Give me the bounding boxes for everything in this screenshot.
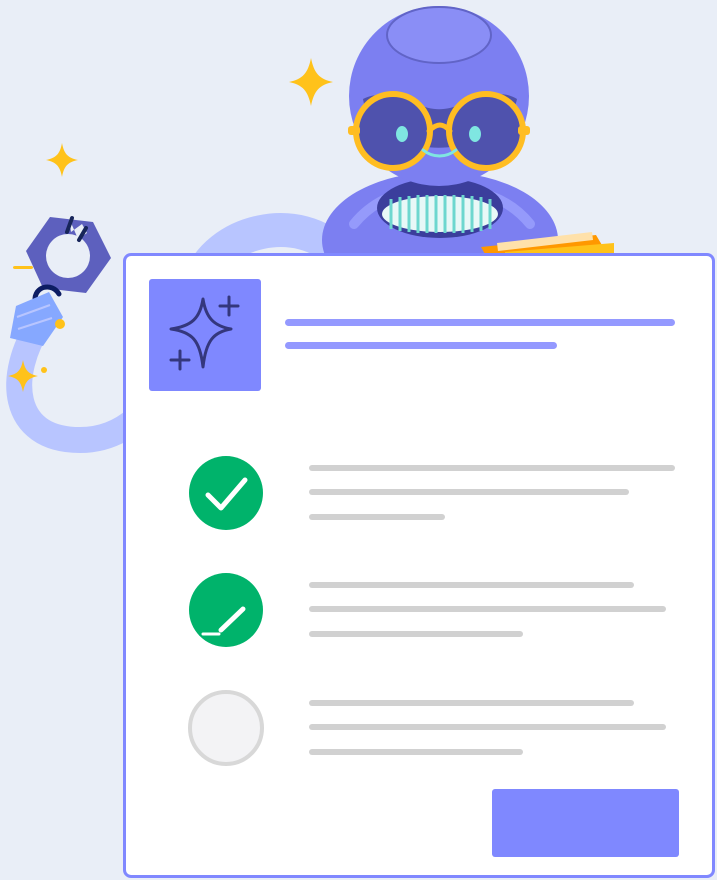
step-2-text-line [309, 582, 634, 588]
submit-button[interactable] [492, 789, 679, 857]
robot-eye-left-lens [353, 91, 433, 171]
checklist-step-active [126, 572, 712, 662]
robot-head-top [386, 6, 492, 64]
step-1-text-line [309, 489, 629, 495]
step-2-text-line [309, 631, 523, 637]
checklist-assistant-illustration [0, 0, 717, 880]
robot-eye-right-lens [446, 91, 526, 171]
checklist-step-complete [126, 455, 712, 545]
sparkle-icon [289, 58, 333, 106]
card-header-icon-box [149, 279, 261, 391]
glasses-left-arm [348, 126, 360, 135]
sparkle-dot [41, 367, 47, 373]
step-1-text-line [309, 514, 445, 520]
robot-wrist [10, 292, 63, 346]
pencil-icon [189, 573, 263, 647]
step-3-text-line [309, 724, 666, 730]
robot-claw [10, 216, 111, 346]
checkmark-icon [189, 456, 263, 530]
step-3-text-line [309, 700, 634, 706]
step-1-text-line [309, 465, 675, 471]
checklist-card [123, 253, 715, 878]
robot-eye-right [469, 126, 481, 142]
step-2-text-line [309, 606, 666, 612]
step-3-text-line [309, 749, 523, 755]
glasses-right-arm [518, 126, 530, 135]
sparkle-icon [46, 143, 78, 177]
sparkle-dash [13, 266, 33, 269]
robot-wrist-dot [55, 319, 65, 329]
card-subtitle-placeholder [285, 342, 557, 349]
sparkles-icon [169, 295, 240, 371]
robot-eye-left [396, 126, 408, 142]
gear-claw-center [46, 234, 90, 278]
card-title-placeholder [285, 319, 675, 326]
empty-circle-icon [188, 690, 264, 766]
checklist-step-pending [126, 690, 712, 780]
